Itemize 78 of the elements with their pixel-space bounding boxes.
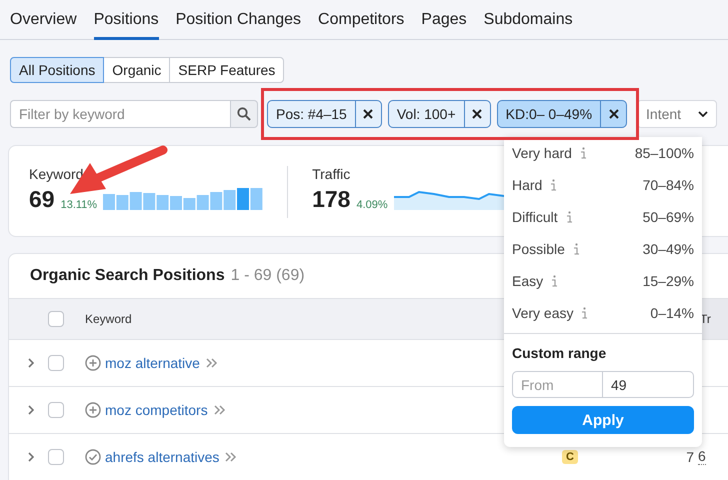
close-icon xyxy=(472,109,482,119)
checkbox[interactable] xyxy=(48,449,64,465)
stat-label: Traffic xyxy=(312,166,352,182)
stat-change: 4.09% xyxy=(356,198,388,212)
filter-chip[interactable]: Pos: #4–15 xyxy=(267,100,382,128)
double-chevron-icon xyxy=(225,452,238,462)
option-label[interactable]: Easy xyxy=(512,273,544,289)
option-label[interactable]: Hard xyxy=(512,177,542,193)
from-field[interactable]: From xyxy=(512,371,603,398)
filter-chip[interactable]: KD:0– 0–49% xyxy=(496,100,628,128)
chip-label[interactable]: Pos: #4–15 xyxy=(268,101,355,127)
keyword-link[interactable]: moz competitors xyxy=(105,402,208,418)
search-button[interactable] xyxy=(230,100,258,128)
stat-change: 13.11% xyxy=(60,198,98,212)
info-icon xyxy=(550,179,558,191)
menu-option[interactable]: Difficult 50–69% xyxy=(504,201,702,233)
stat-value: 178 xyxy=(312,186,350,212)
table-title: Organic Search Positions xyxy=(30,267,225,285)
menu-option[interactable]: Possible 30–49% xyxy=(504,233,702,265)
option-range[interactable]: 30–49% xyxy=(642,241,694,257)
plus-circle-icon xyxy=(85,355,101,371)
chip-label[interactable]: Vol: 100+ xyxy=(388,101,464,127)
menu-option[interactable]: Hard 70–84% xyxy=(504,169,702,201)
custom-range-title: Custom range xyxy=(512,345,608,361)
view-tab[interactable]: Organic xyxy=(103,57,170,83)
checkbox[interactable] xyxy=(48,402,64,418)
option-label[interactable]: Very hard xyxy=(512,145,572,161)
menu-option[interactable]: Very easy 0–14% xyxy=(504,297,702,329)
option-range[interactable]: 85–100% xyxy=(634,145,694,161)
view-tab[interactable]: All Positions xyxy=(10,57,104,83)
nav-tab[interactable]: Pages xyxy=(421,0,467,40)
option-range[interactable]: 50–69% xyxy=(642,209,694,225)
chevron-down-icon xyxy=(698,111,708,117)
intent-badge: C xyxy=(562,450,578,464)
option-range[interactable]: 15–29% xyxy=(642,273,694,289)
chevron-right-icon xyxy=(28,405,34,415)
close-icon xyxy=(363,109,374,119)
menu-option[interactable]: Easy 15–29% xyxy=(504,265,702,297)
option-label[interactable]: Possible xyxy=(512,241,565,257)
menu-option[interactable]: Very hard 85–100% xyxy=(504,137,702,169)
chevron-right-icon xyxy=(28,452,34,462)
nav-tab[interactable]: Overview xyxy=(10,0,77,40)
double-chevron-icon xyxy=(214,405,226,415)
check-circle-icon xyxy=(85,449,101,465)
close-icon xyxy=(608,109,619,119)
option-label[interactable]: Very easy xyxy=(512,305,574,321)
info-icon xyxy=(580,147,587,159)
stat-label: Keyword xyxy=(29,166,84,182)
keyword-link[interactable]: moz alternative xyxy=(105,355,200,371)
to-field[interactable]: 49 xyxy=(603,371,694,398)
plus-circle-icon xyxy=(85,402,101,418)
option-range[interactable]: 70–84% xyxy=(642,177,694,193)
double-chevron-icon xyxy=(206,358,218,368)
dropdown-label[interactable]: Intent xyxy=(646,106,682,122)
nav-tab[interactable]: Subdomains xyxy=(484,0,573,40)
table-range: 1 - 69 (69) xyxy=(230,267,305,285)
info-icon xyxy=(566,211,573,223)
checkbox[interactable] xyxy=(48,355,64,371)
nav-tab[interactable]: Competitors xyxy=(318,0,404,40)
stat-value: 69 xyxy=(29,186,55,212)
table-cell: 7 xyxy=(686,449,694,465)
info-icon xyxy=(551,275,558,287)
option-range[interactable]: 0–14% xyxy=(650,305,694,321)
info-icon xyxy=(572,243,580,255)
view-tab[interactable]: SERP Features xyxy=(169,57,284,83)
table-cell[interactable]: 6 xyxy=(698,449,706,465)
chevron-right-icon xyxy=(28,358,34,368)
intent-dropdown[interactable]: Intent xyxy=(637,100,718,128)
option-label[interactable]: Difficult xyxy=(512,209,558,225)
chip-label[interactable]: KD:0– 0–49% xyxy=(498,101,600,127)
checkbox[interactable] xyxy=(48,311,64,327)
info-icon xyxy=(581,307,588,319)
nav-tab[interactable]: Position Changes xyxy=(176,0,302,40)
search-field[interactable]: Filter by keyword xyxy=(10,100,230,128)
filter-chip[interactable]: Vol: 100+ xyxy=(388,100,491,128)
nav-tab[interactable]: Positions xyxy=(94,0,159,40)
keyword-link[interactable]: ahrefs alternatives xyxy=(105,449,220,465)
search-icon xyxy=(237,107,251,121)
